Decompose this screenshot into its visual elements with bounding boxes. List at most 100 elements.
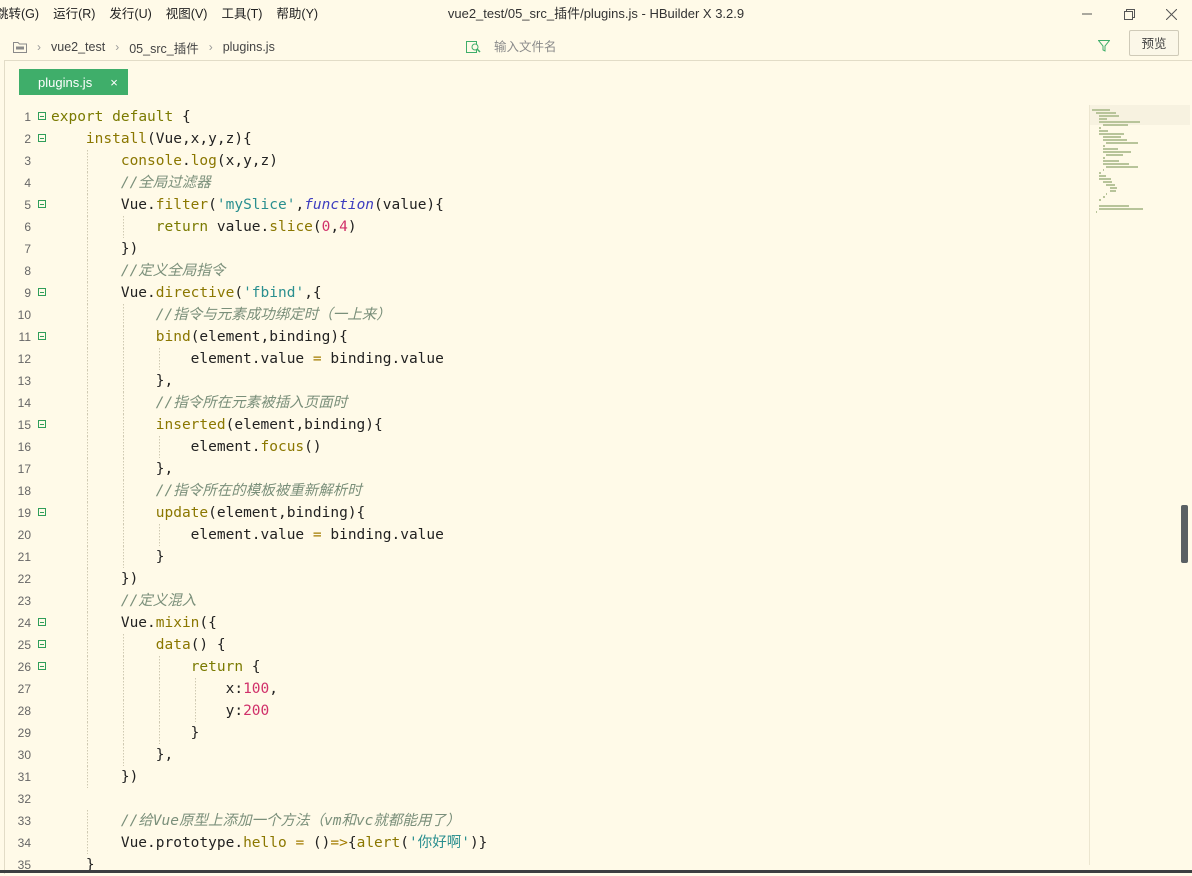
code-line[interactable]: 11 bind(element,binding){ <box>5 326 1085 348</box>
window-controls <box>1066 0 1192 28</box>
indent-guide <box>195 678 196 700</box>
code-line[interactable]: 29 } <box>5 722 1085 744</box>
code-line[interactable]: 7 }) <box>5 238 1085 260</box>
line-number: 4 <box>24 176 31 190</box>
fold-toggle-icon[interactable] <box>38 662 46 670</box>
code-line[interactable]: 34 Vue.prototype.hello = ()=>{alert('你好啊… <box>5 832 1085 854</box>
close-window-button[interactable] <box>1150 0 1192 28</box>
code-text: }) <box>51 241 139 257</box>
folder-icon[interactable] <box>13 41 27 53</box>
code-line[interactable]: 9 Vue.directive('fbind',{ <box>5 282 1085 304</box>
file-search-input[interactable] <box>492 39 1086 55</box>
menu-help[interactable]: 帮助(Y) <box>269 0 325 28</box>
indent-guide <box>87 436 88 458</box>
indent-guide <box>87 656 88 678</box>
line-number: 18 <box>17 484 31 498</box>
fold-toggle-icon[interactable] <box>38 134 46 142</box>
code-line[interactable]: 16 element.focus() <box>5 436 1085 458</box>
code-line[interactable]: 22 }) <box>5 568 1085 590</box>
breadcrumb-project[interactable]: vue2_test <box>51 40 105 54</box>
code-line[interactable]: 25 data() { <box>5 634 1085 656</box>
breadcrumb-file[interactable]: plugins.js <box>223 40 275 54</box>
vertical-scrollbar[interactable] <box>1181 505 1188 563</box>
indent-guide <box>87 260 88 282</box>
code-line[interactable]: 18 //指令所在的模板被重新解析时 <box>5 480 1085 502</box>
line-number: 19 <box>17 506 31 520</box>
code-line[interactable]: 24 Vue.mixin({ <box>5 612 1085 634</box>
fold-toggle-icon[interactable] <box>38 420 46 428</box>
fold-toggle-icon[interactable] <box>38 508 46 516</box>
menu-tools[interactable]: 工具(T) <box>214 0 269 28</box>
code-line[interactable]: 26 return { <box>5 656 1085 678</box>
code-line[interactable]: 30 }, <box>5 744 1085 766</box>
minimap-line <box>1099 208 1144 210</box>
minimap-line <box>1106 154 1123 156</box>
code-line[interactable]: 27 x:100, <box>5 678 1085 700</box>
code-text: update(element,binding){ <box>155 505 366 521</box>
menu-goto[interactable]: 跳转(G) <box>0 0 46 28</box>
code-line[interactable]: 31 }) <box>5 766 1085 788</box>
line-number: 29 <box>17 726 31 740</box>
menu-run[interactable]: 运行(R) <box>46 0 102 28</box>
line-number: 21 <box>17 550 31 564</box>
code-line[interactable]: 15 inserted(element,binding){ <box>5 414 1085 436</box>
fold-toggle-icon[interactable] <box>38 200 46 208</box>
indent-guide <box>159 524 160 546</box>
code-line[interactable]: 12 element.value = binding.value <box>5 348 1085 370</box>
indent-guide <box>87 722 88 744</box>
title-bar: 跳转(G) 运行(R) 发行(U) 视图(V) 工具(T) 帮助(Y) vue2… <box>0 0 1192 28</box>
minimap-line <box>1102 169 1104 171</box>
breadcrumb-folder[interactable]: 05_src_插件 <box>129 38 198 57</box>
indent-guide <box>123 414 124 436</box>
filter-icon[interactable] <box>1098 40 1110 52</box>
menu-view[interactable]: 视图(V) <box>159 0 215 28</box>
fold-toggle-icon[interactable] <box>38 618 46 626</box>
code-line[interactable]: 8 //定义全局指令 <box>5 260 1085 282</box>
code-editor[interactable]: 1 export default {2 install(Vue,x,y,z){3 … <box>5 106 1085 876</box>
restore-button[interactable] <box>1108 0 1150 28</box>
code-line[interactable]: 17 }, <box>5 458 1085 480</box>
minimize-button[interactable] <box>1066 0 1108 28</box>
indent-guide <box>159 700 160 722</box>
fold-toggle-icon[interactable] <box>38 332 46 340</box>
code-line[interactable]: 3 console.log(x,y,z) <box>5 150 1085 172</box>
code-line[interactable]: 14 //指令所在元素被插入页面时 <box>5 392 1085 414</box>
code-text: //定义混入 <box>120 593 197 609</box>
line-number: 1 <box>24 110 31 124</box>
tab-plugins-js[interactable]: plugins.js × <box>19 69 128 95</box>
code-line[interactable]: 28 y:200 <box>5 700 1085 722</box>
fold-toggle-icon[interactable] <box>38 640 46 648</box>
line-number: 13 <box>17 374 31 388</box>
fold-toggle-icon[interactable] <box>38 288 46 296</box>
minimap[interactable] <box>1089 105 1190 865</box>
code-line[interactable]: 4 //全局过滤器 <box>5 172 1085 194</box>
code-line[interactable]: 10 //指令与元素成功绑定时（一上来） <box>5 304 1085 326</box>
code-line[interactable]: 23 //定义混入 <box>5 590 1085 612</box>
indent-guide <box>87 612 88 634</box>
code-line[interactable]: 1 export default { <box>5 106 1085 128</box>
code-line[interactable]: 20 element.value = binding.value <box>5 524 1085 546</box>
minimap-line <box>1106 166 1139 168</box>
line-number: 33 <box>17 814 31 828</box>
minimap-line <box>1099 127 1102 129</box>
code-line[interactable]: 2 install(Vue,x,y,z){ <box>5 128 1085 150</box>
code-line[interactable]: 21 } <box>5 546 1085 568</box>
indent-guide <box>87 678 88 700</box>
code-line[interactable]: 13 }, <box>5 370 1085 392</box>
code-line[interactable]: 5 Vue.filter('mySlice',function(value){ <box>5 194 1085 216</box>
indent-guide <box>123 502 124 524</box>
fold-toggle-icon[interactable] <box>38 112 46 120</box>
code-line[interactable]: 19 update(element,binding){ <box>5 502 1085 524</box>
tab-close-icon[interactable]: × <box>108 75 120 90</box>
preview-button[interactable]: 预览 <box>1129 30 1179 56</box>
code-text: install(Vue,x,y,z){ <box>85 131 252 147</box>
menu-publish[interactable]: 发行(U) <box>102 0 158 28</box>
line-number: 31 <box>17 770 31 784</box>
minimap-line <box>1099 205 1129 207</box>
indent-guide <box>123 216 124 238</box>
code-line[interactable]: 32 <box>5 788 1085 810</box>
code-line[interactable]: 6 return value.slice(0,4) <box>5 216 1085 238</box>
code-text: x:100, <box>51 681 278 697</box>
code-line[interactable]: 33 //给Vue原型上添加一个方法（vm和vc就都能用了） <box>5 810 1085 832</box>
minimap-line <box>1099 121 1140 123</box>
